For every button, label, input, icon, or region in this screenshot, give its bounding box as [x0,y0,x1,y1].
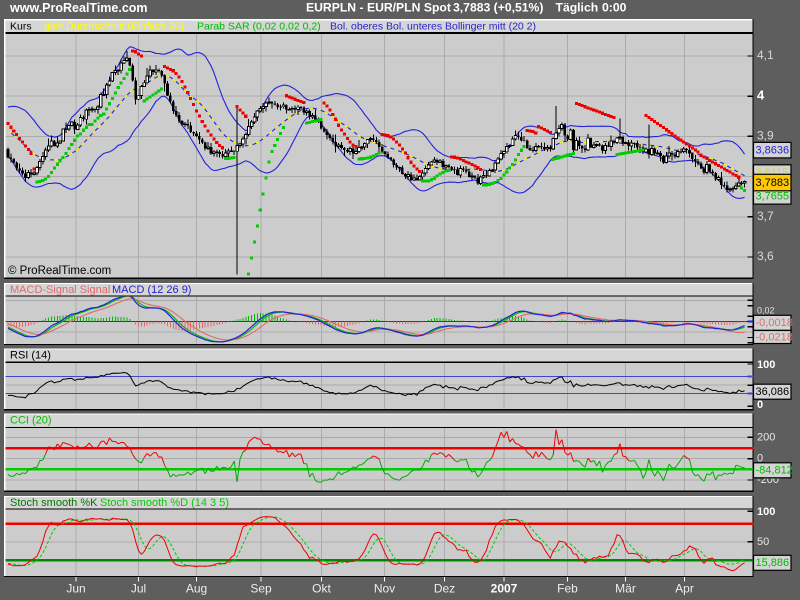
svg-text:2007: 2007 [491,582,518,596]
svg-text:3,7883: 3,7883 [756,177,790,189]
svg-text:100: 100 [757,506,775,518]
svg-text:36,086: 36,086 [756,386,790,398]
svg-text:EURPLN - EUR/PLN Spot: EURPLN - EUR/PLN Spot [306,1,451,15]
svg-text:-84,812: -84,812 [756,465,793,477]
svg-text:3,6: 3,6 [757,249,774,263]
svg-text:Nov: Nov [374,582,395,596]
svg-text:4: 4 [757,88,765,103]
svg-text:3,7655: 3,7655 [756,191,790,203]
svg-text:Bol. oberes Bol. unteres Bolli: Bol. oberes Bol. unteres Bollinger mitt … [330,20,536,32]
svg-text:3,8636: 3,8636 [756,145,790,157]
svg-text:© ProRealTime.com: © ProRealTime.com [8,265,111,277]
svg-text:gleit Durchschnitt (Einfach 20: gleit Durchschnitt (Einfach 20) [44,20,184,32]
svg-text:200: 200 [757,431,775,443]
svg-text:3,7: 3,7 [757,209,774,223]
svg-text:Parab SAR (0,02 0,02 0,2): Parab SAR (0,02 0,02 0,2) [197,20,321,32]
svg-text:Stoch smooth %K: Stoch smooth %K [10,497,98,509]
svg-text:4,1: 4,1 [757,48,774,62]
svg-text:3,7883 (+0,51%): 3,7883 (+0,51%) [453,1,543,15]
svg-text:Feb: Feb [557,582,578,596]
svg-text:Okt: Okt [312,582,331,596]
svg-text:-0,0218: -0,0218 [756,331,793,343]
svg-text:0:00: 0:00 [602,1,627,15]
svg-text:Jun: Jun [66,582,85,596]
svg-text:Stoch smooth %D (14 3 5): Stoch smooth %D (14 3 5) [100,497,229,509]
svg-text:MACD-Signal Signal: MACD-Signal Signal [10,284,110,296]
svg-text:Täglich: Täglich [556,1,599,15]
svg-text:Kurs: Kurs [10,20,32,32]
svg-text:3,9: 3,9 [757,129,774,143]
svg-text:Dez: Dez [434,582,455,596]
svg-text:MACD (12 26 9): MACD (12 26 9) [112,284,191,296]
svg-text:www.ProRealTime.com: www.ProRealTime.com [9,1,148,15]
svg-text:Aug: Aug [186,582,207,596]
svg-text:Apr: Apr [675,582,694,596]
svg-text:CCI (20): CCI (20) [10,415,52,427]
svg-text:0: 0 [757,399,763,411]
svg-text:0,02: 0,02 [757,305,775,315]
svg-text:Sep: Sep [250,582,272,596]
svg-text:Mär: Mär [615,582,636,596]
svg-text:RSI (14): RSI (14) [10,349,51,361]
svg-text:15,886: 15,886 [756,557,790,569]
svg-text:-0,0018: -0,0018 [756,317,793,329]
svg-text:Jul: Jul [131,582,146,596]
svg-text:100: 100 [757,359,775,371]
svg-text:50: 50 [757,536,769,548]
